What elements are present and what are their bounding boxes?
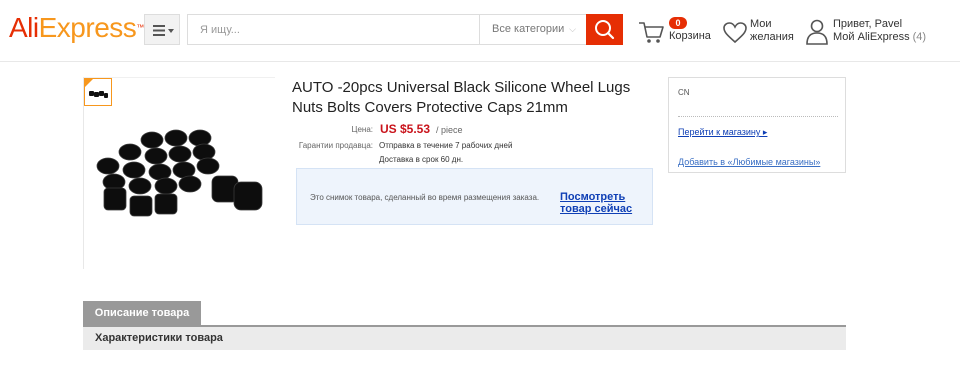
wishlist-label-line1: Мои <box>750 18 772 30</box>
store-country: CN <box>678 88 690 97</box>
heart-icon <box>723 22 747 44</box>
site-header: AliExpress™ Все категории ⌵ 0 Корзина <box>0 0 960 62</box>
hamburger-icon <box>153 25 174 36</box>
wishlist-label-line2: желания <box>750 31 794 43</box>
store-panel: CN Перейти к магазину ▸ Добавить в «Люби… <box>668 77 846 173</box>
go-to-store-link[interactable]: Перейти к магазину ▸ <box>678 127 767 138</box>
user-icon <box>806 19 828 45</box>
logo-express: Express <box>38 12 137 43</box>
search-icon <box>595 20 615 40</box>
price-label: Цена: <box>351 125 373 134</box>
shipping-dispatch-time: Отправка в течение 7 рабочих дней <box>379 141 513 150</box>
logo-ali: Ali <box>9 12 39 43</box>
tab-product-description[interactable]: Описание товара <box>83 301 201 326</box>
product-gallery <box>83 77 275 269</box>
store-divider <box>678 116 838 117</box>
product-main-image <box>96 129 263 217</box>
product-thumbnail[interactable] <box>84 78 112 106</box>
seller-guarantee-label: Гарантии продавца: <box>298 141 373 150</box>
account-menu[interactable]: Привет, Pavel Мой AliExpress (4) <box>805 18 955 48</box>
wishlist-link[interactable]: Мои желания <box>722 18 802 48</box>
search-input[interactable] <box>188 15 478 44</box>
cart-count-badge: 0 <box>669 17 687 29</box>
add-to-favorite-stores-link[interactable]: Добавить в «Любимые магазины» <box>678 157 820 167</box>
search-button[interactable] <box>586 14 623 45</box>
account-notification-count: (4) <box>912 31 927 43</box>
account-label: Привет, Pavel Мой AliExpress (4) <box>833 18 926 44</box>
aliexpress-logo[interactable]: AliExpress™ <box>9 13 144 43</box>
view-current-product-label: Посмотреть товар сейчас <box>560 191 633 215</box>
categories-menu-button[interactable] <box>144 14 180 45</box>
cart-link[interactable]: 0 Корзина <box>637 17 717 47</box>
category-select[interactable]: Все категории ⌵ <box>479 15 586 44</box>
product-title: AUTO -20pcs Universal Black Silicone Whe… <box>292 79 631 116</box>
product-specs-header: Характеристики товара <box>83 327 846 350</box>
search-bar: Все категории ⌵ <box>187 14 587 45</box>
delivery-time: Доставка в срок 60 дн. <box>379 155 464 164</box>
snapshot-notice: Это снимок товара, сделанный во время ра… <box>296 168 653 225</box>
price-unit: / piece <box>436 125 463 135</box>
view-current-product-link[interactable]: Посмотреть товар сейчас <box>309 191 640 215</box>
logo-trademark: ™ <box>136 23 144 32</box>
thumbnail-selected-marker <box>85 79 93 87</box>
my-aliexpress-label: Мой AliExpress <box>833 31 910 43</box>
account-greeting: Привет, Pavel <box>833 18 903 30</box>
wishlist-label: Мои желания <box>750 18 794 44</box>
product-price: US $5.53 <box>380 122 431 136</box>
cart-icon <box>639 22 664 43</box>
category-select-label: Все категории <box>492 23 565 35</box>
chevron-down-icon: ⌵ <box>569 24 576 34</box>
cart-label: Корзина <box>669 30 711 42</box>
